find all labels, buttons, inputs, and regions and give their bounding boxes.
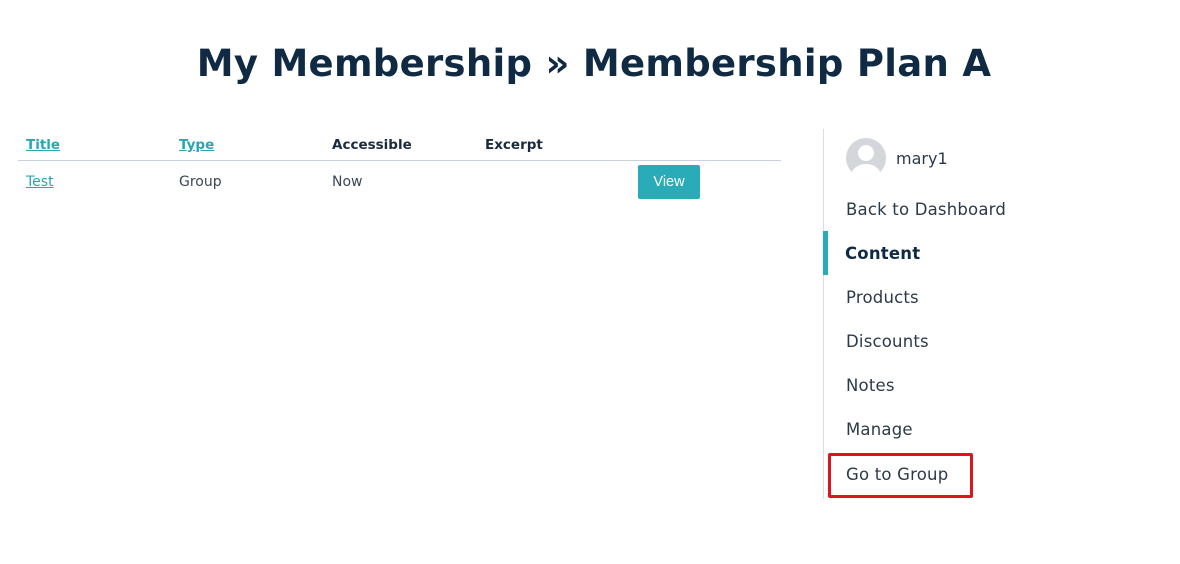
column-header-accessible: Accessible [332,137,412,153]
table-header-row: Title Type Accessible Excerpt [18,130,781,161]
avatar-body-icon [851,164,881,178]
username: mary1 [896,148,948,168]
membership-content-table: Title Type Accessible Excerpt Test Group… [18,130,781,203]
cell-type: Group [179,174,222,190]
content-title-link[interactable]: Test [26,174,54,190]
sidebar-item-products[interactable]: Products [824,275,1084,319]
sidebar-item-manage[interactable]: Manage [824,407,1084,451]
cell-title[interactable]: Test [18,174,171,190]
sort-by-type-link[interactable]: Type [179,137,214,153]
sidebar-item-back-to-dashboard[interactable]: Back to Dashboard [824,187,1084,231]
column-header-excerpt: Excerpt [485,137,543,153]
sidebar-item-go-to-group[interactable]: Go to Group [824,452,1084,496]
avatar-head-icon [858,145,874,161]
sort-by-title-link[interactable]: Title [26,137,60,153]
sidebar-item-content[interactable]: Content [823,231,1083,275]
view-button[interactable]: View [638,165,700,199]
column-header-title[interactable]: Title [18,137,171,153]
sidebar-item-discounts[interactable]: Discounts [824,319,1084,363]
column-header-type[interactable]: Type [171,137,324,153]
cell-actions: View [630,165,781,199]
user-profile: mary1 [846,138,948,178]
sidebar-item-notes[interactable]: Notes [824,363,1084,407]
membership-sidebar: mary1 Back to Dashboard Content Products… [823,129,1180,499]
avatar [846,138,886,178]
page-title: My Membership » Membership Plan A [196,42,992,85]
table-row: Test Group Now View [18,161,781,203]
cell-accessible: Now [332,174,363,190]
